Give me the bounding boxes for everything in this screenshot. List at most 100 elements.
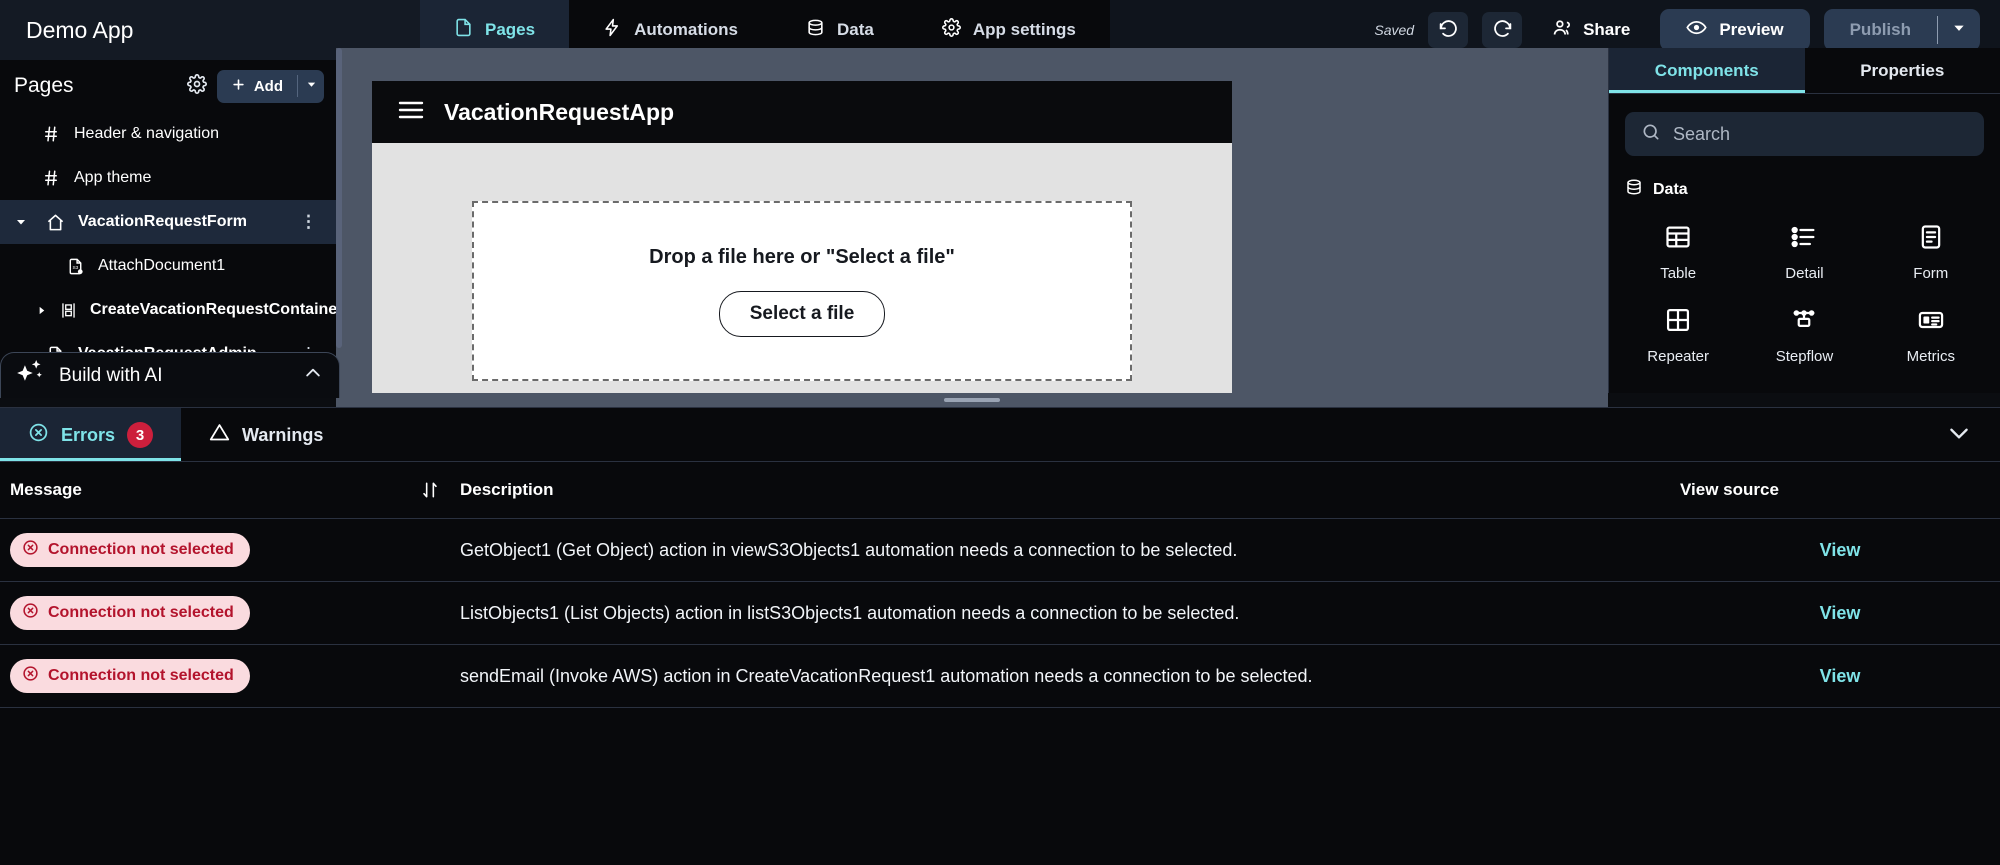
add-dropdown-button[interactable] (298, 70, 324, 103)
gear-icon (941, 18, 961, 42)
canvas-scrollbar[interactable] (336, 48, 342, 348)
tab-components[interactable]: Components (1609, 48, 1805, 94)
search-placeholder: Search (1673, 123, 1731, 144)
file-dropzone[interactable]: Drop a file here or "Select a file" Sele… (472, 201, 1132, 381)
pages-header: Pages Add (0, 60, 336, 112)
panel-resize-handle[interactable] (336, 393, 1608, 407)
issue-description: ListObjects1 (List Objects) action in li… (460, 581, 1680, 645)
share-button[interactable]: Share (1536, 10, 1646, 50)
view-source-cell: View (1680, 518, 2000, 582)
search-input[interactable]: Search (1625, 112, 1984, 156)
divider (0, 461, 2000, 462)
status-badge: Connection not selected (10, 659, 250, 693)
undo-button[interactable] (1428, 12, 1469, 48)
error-circle-icon (22, 602, 39, 624)
component-table[interactable]: Table (1615, 211, 1741, 294)
sidebar-item-label: CreateVacationRequestContainer (90, 301, 336, 318)
table-row[interactable]: Connection not selected ListObjects1 (Li… (0, 581, 2000, 645)
errors-badge: 3 (127, 422, 154, 448)
table-row[interactable]: Connection not selected GetObject1 (Get … (0, 518, 2000, 582)
collapse-issues-button[interactable] (1946, 420, 1972, 451)
share-label: Share (1583, 20, 1631, 39)
component-stepflow[interactable]: Stepflow (1741, 294, 1867, 377)
column-sort-button[interactable] (400, 462, 460, 519)
tab-warnings[interactable]: Warnings (181, 408, 351, 462)
sidebar-item-createvacationrequestcontainer[interactable]: CreateVacationRequestContainer (0, 288, 336, 332)
app-preview-device: VacationRequestApp Drop a file here or "… (372, 81, 1232, 393)
view-source-link[interactable]: View (1820, 666, 1861, 686)
gear-icon[interactable] (186, 73, 207, 99)
tab-errors[interactable]: Errors 3 (0, 408, 182, 462)
select-a-file-button[interactable]: Select a file (718, 290, 886, 337)
spacer-cell (400, 518, 460, 582)
component-metrics[interactable]: Metrics (1868, 294, 1994, 377)
people-icon (1552, 17, 1573, 43)
issue-status-cell: Connection not selected (0, 644, 400, 708)
preview-button[interactable]: Preview (1660, 9, 1810, 51)
redo-icon (1492, 17, 1513, 43)
canvas-area[interactable]: VacationRequestApp Drop a file here or "… (336, 48, 1608, 393)
save-status: Saved (1374, 22, 1415, 38)
sidebar-item-attachdocument1[interactable]: S3 AttachDocument1 (0, 244, 336, 288)
database-icon (1625, 178, 1643, 201)
column-header-description: Description (460, 462, 1680, 519)
section-title: Data (1653, 180, 1688, 198)
section-header-data: Data (1609, 156, 2000, 201)
sidebar-item-label: Header & navigation (74, 125, 219, 142)
error-circle-icon (22, 665, 39, 687)
component-label: Repeater (1647, 348, 1710, 365)
detail-list-icon (1790, 223, 1818, 256)
view-source-link[interactable]: View (1820, 603, 1861, 623)
container-icon (59, 301, 78, 320)
svg-text:S3: S3 (72, 264, 78, 270)
publish-dropdown-button[interactable] (1938, 9, 1980, 51)
form-icon (1917, 223, 1945, 256)
issue-status-cell: Connection not selected (0, 518, 400, 582)
sidebar-item-vacationrequestform[interactable]: VacationRequestForm ⋮ (0, 200, 336, 244)
spacer-cell (400, 644, 460, 708)
component-form[interactable]: Form (1868, 211, 1994, 294)
chevron-right-icon[interactable] (36, 305, 47, 316)
redo-button[interactable] (1482, 12, 1523, 48)
table-icon (1664, 223, 1692, 256)
issues-table: Message Description View source Connecti… (0, 462, 2000, 708)
chevron-down-icon[interactable] (10, 216, 32, 228)
row-menu-button[interactable]: ⋮ (300, 212, 336, 232)
build-with-ai-panel[interactable]: Build with AI (0, 352, 340, 398)
component-detail[interactable]: Detail (1741, 211, 1867, 294)
sidebar-item-header-navigation[interactable]: Header & navigation (0, 112, 336, 156)
table-row[interactable]: Connection not selected sendEmail (Invok… (0, 644, 2000, 708)
eye-icon (1686, 17, 1708, 43)
components-panel: Components Properties Search Data Table (1608, 48, 2000, 393)
add-page-button-group: Add (216, 69, 324, 103)
app-preview-title: VacationRequestApp (444, 98, 675, 125)
resize-grip (944, 398, 1000, 402)
add-page-button[interactable]: Add (217, 70, 297, 103)
tab-label: Errors (61, 424, 116, 445)
status-label: Connection not selected (48, 604, 234, 621)
hamburger-icon[interactable] (398, 100, 424, 125)
tab-properties[interactable]: Properties (1804, 48, 2000, 94)
status-label: Connection not selected (48, 541, 234, 558)
tab-label: Data (836, 20, 874, 39)
sparkle-icon (17, 360, 45, 391)
tab-label: Pages (485, 20, 536, 39)
issue-description: sendEmail (Invoke AWS) action in CreateV… (460, 644, 1680, 708)
tab-label: App settings (972, 20, 1076, 39)
app-root: Demo App Pages Automations Data App sett… (0, 0, 2000, 865)
view-source-link[interactable]: View (1820, 540, 1861, 560)
table-header: Message Description View source (0, 462, 2000, 519)
component-repeater[interactable]: Repeater (1615, 294, 1741, 377)
issue-description: GetObject1 (Get Object) action in viewS3… (460, 518, 1680, 582)
database-icon (806, 18, 825, 42)
preview-label: Preview (1719, 20, 1784, 39)
issues-panel: Errors 3 Warnings Message Description Vi… (0, 407, 2000, 865)
publish-button[interactable]: Publish (1824, 9, 1937, 51)
chevron-up-icon[interactable] (303, 363, 323, 388)
build-with-ai-label: Build with AI (59, 364, 163, 386)
sidebar-item-app-theme[interactable]: App theme (0, 156, 336, 200)
publish-button-group: Publish (1823, 9, 1980, 51)
chevron-down-icon (1952, 21, 1966, 40)
issue-status-cell: Connection not selected (0, 581, 400, 645)
app-preview-header: VacationRequestApp (372, 81, 1232, 143)
